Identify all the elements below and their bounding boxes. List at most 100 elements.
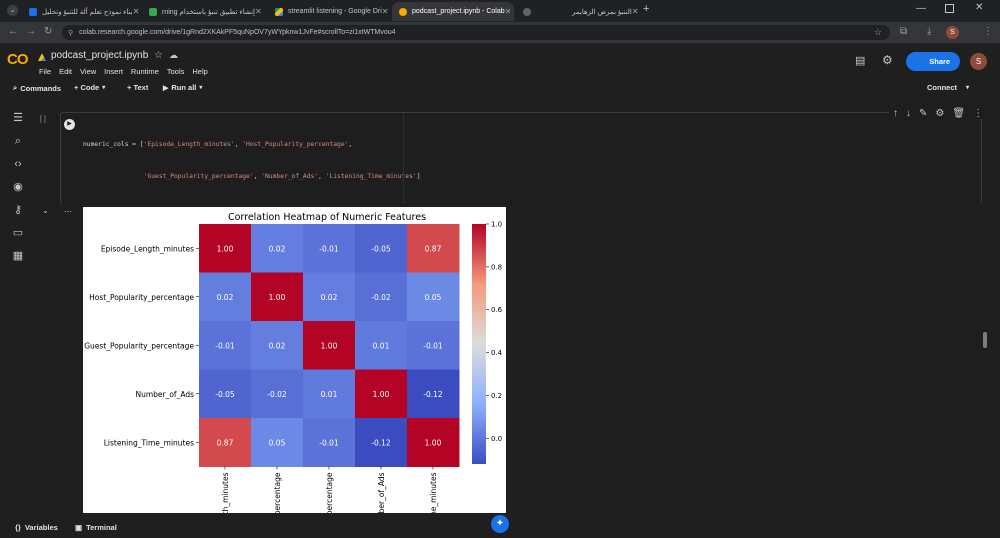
chart-title: Correlation Heatmap of Numeric Features [228, 212, 426, 223]
heatmap-figure: Correlation Heatmap of Numeric Features … [83, 207, 506, 513]
add-text-button[interactable]: + Text [127, 83, 148, 92]
browser-tab-3[interactable]: streamlit listening - Google Dri ✕ [268, 2, 390, 21]
commands-button[interactable]: ⌕ Commands [13, 83, 61, 93]
play-icon: ▶ [163, 84, 169, 92]
code-snippets-icon[interactable]: ‹› [11, 157, 25, 171]
url-bar[interactable]: ⚲ colab.research.google.com/drive/1gRnd2… [62, 25, 890, 40]
move-up-icon[interactable]: ↑ [893, 108, 898, 119]
menu-help[interactable]: Help [192, 67, 207, 76]
browser-tab-1[interactable]: بناء نموذج تعلم آلة للتنبؤ وتحليل ✕ [22, 2, 140, 21]
maximize-icon[interactable] [945, 4, 954, 13]
files-folder-icon[interactable]: ▭ [11, 226, 25, 240]
close-icon[interactable]: ✕ [382, 7, 389, 16]
share-button[interactable]: 👤 Share [906, 52, 960, 71]
new-tab-icon[interactable]: + [643, 3, 649, 15]
browser-tab-5[interactable]: التنبؤ بمرض الزهايمر ✕ [516, 2, 640, 21]
favicon-icon [523, 7, 531, 16]
notebook-title[interactable]: podcast_project.ipynb [51, 50, 148, 61]
heatmap-cell-label: 0.02 [269, 341, 286, 350]
menu-view[interactable]: View [80, 67, 96, 76]
row-label: Listening_Time_minutes [104, 438, 194, 447]
gemini-button[interactable]: ✦ [491, 515, 509, 533]
menu-runtime[interactable]: Runtime [131, 67, 159, 76]
bookmark-star-icon[interactable]: ☆ [874, 27, 882, 38]
code-line-2: 'Guest_Popularity_percentage', 'Number_o… [143, 172, 421, 180]
column-label: ne_minutes [429, 472, 438, 513]
heatmap-cell-label: 1.00 [217, 244, 234, 253]
connect-button[interactable]: Connect ▾ [927, 83, 969, 92]
minimize-icon[interactable]: — [916, 3, 926, 14]
browser-tab-4[interactable]: podcast_project.ipynb - Colab ✕ [392, 2, 514, 21]
scrollbar-thumb[interactable] [983, 332, 987, 348]
menu-edit[interactable]: Edit [59, 67, 72, 76]
favicon-icon [29, 7, 37, 16]
terminal-icon: ▣ [75, 523, 83, 532]
settings-icon[interactable]: ⚙ [935, 108, 944, 119]
edit-link-icon[interactable]: ✎ [919, 108, 927, 119]
key-icon[interactable]: ⚷ [11, 203, 25, 217]
tab-search-icon[interactable]: ⌄ [7, 5, 18, 16]
heatmap-cell-label: 1.00 [321, 341, 338, 350]
heatmap-cell-label: -0.05 [215, 390, 235, 399]
close-icon[interactable]: ✕ [133, 7, 140, 16]
heatmap-cell-label: -0.01 [319, 438, 339, 447]
table-of-contents-icon[interactable]: ☰ [11, 111, 25, 125]
star-icon[interactable]: ☆ [154, 50, 163, 61]
braces-icon: {} [15, 523, 21, 532]
terminal-button[interactable]: ▣ Terminal [75, 523, 117, 532]
close-icon[interactable]: ✕ [255, 7, 262, 16]
close-icon[interactable]: ✕ [632, 7, 639, 16]
row-label: Episode_Length_minutes [101, 244, 194, 253]
download-icon[interactable]: ⤓ [927, 26, 931, 37]
output-actions-icon[interactable]: ... [64, 204, 72, 214]
add-code-label: + Code [74, 83, 100, 92]
close-icon[interactable]: ✕ [505, 7, 512, 16]
row-label: Guest_Popularity_percentage [84, 341, 194, 350]
collapse-output-icon[interactable]: ⌄ [42, 206, 49, 215]
menu-insert[interactable]: Insert [104, 67, 123, 76]
add-text-label: + Text [127, 83, 149, 92]
menu-tools[interactable]: Tools [167, 67, 185, 76]
heatmap-cell-label: 0.01 [373, 341, 390, 350]
browser-tab-2[interactable]: rning إنشاء تطبيق تنبؤ باستخدام ✕ [142, 2, 266, 21]
column-label: percentage [325, 472, 334, 513]
row-label: Host_Popularity_percentage [89, 293, 194, 302]
site-info-icon[interactable]: ⚲ [68, 29, 73, 37]
tab-title: podcast_project.ipynb - Colab [412, 8, 505, 15]
run-cell-button[interactable]: ▶ [64, 119, 75, 130]
reload-icon[interactable]: ↻ [44, 26, 52, 37]
heatmap-cell-label: 0.87 [425, 244, 442, 253]
variables-button[interactable]: {} Variables [15, 523, 58, 532]
address-bar-row: ← → ↻ ⚲ colab.research.google.com/drive/… [0, 22, 1000, 43]
back-icon[interactable]: ← [8, 26, 18, 37]
comments-icon[interactable]: ▤ [855, 54, 865, 67]
forward-icon[interactable]: → [26, 26, 36, 37]
heatmap-cell-label: 1.00 [425, 438, 442, 447]
profile-avatar[interactable]: S [946, 26, 959, 39]
commands-label: Commands [20, 83, 62, 93]
menu-file[interactable]: File [39, 67, 51, 76]
extensions-icon[interactable]: ⧉ [900, 26, 907, 37]
browser-menu-icon[interactable]: ⋮ [983, 26, 993, 37]
window-close-icon[interactable]: ✕ [975, 2, 983, 13]
colorbar-tick-label: 0.4 [491, 349, 503, 357]
data-table-icon[interactable]: ▦ [11, 249, 25, 263]
heatmap-cell-label: -0.01 [215, 341, 235, 350]
column-label: th_minutes [221, 472, 230, 513]
code-cell[interactable]: ↑ ↓ ✎ ⚙ 🗑 ⋮ ▶ numeric_cols = ['Episode_L… [60, 108, 988, 342]
run-all-button[interactable]: ▶ Run all ▾ [163, 83, 202, 92]
more-icon[interactable]: ⋮ [973, 108, 983, 119]
secrets-icon[interactable]: ◉ [11, 180, 25, 194]
account-avatar[interactable]: S [970, 53, 987, 70]
add-code-button[interactable]: + Code ▾ [74, 83, 105, 92]
search-notebook-icon[interactable]: ⌕ [11, 134, 25, 148]
google-drive-icon [275, 7, 283, 16]
heatmap-cell-label: 0.02 [321, 293, 338, 302]
heatmap-cell-label: 1.00 [269, 293, 286, 302]
delete-icon[interactable]: 🗑 [952, 108, 965, 119]
settings-gear-icon[interactable]: ⚙ [882, 53, 893, 67]
heatmap-cell-label: -0.05 [371, 244, 391, 253]
move-down-icon[interactable]: ↓ [906, 108, 911, 119]
colab-logo[interactable]: CO [7, 51, 28, 68]
menu-bar: File Edit View Insert Runtime Tools Help [39, 67, 208, 76]
